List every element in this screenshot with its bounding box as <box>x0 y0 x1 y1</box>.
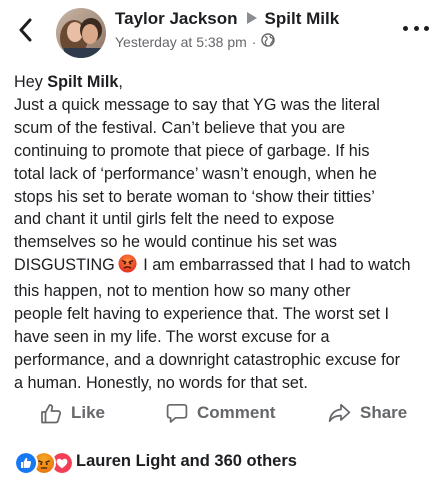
back-button[interactable] <box>12 14 38 46</box>
post-line: total lack of ‘performance’ wasn’t enoug… <box>14 164 377 183</box>
angry-face-emoji <box>118 254 137 280</box>
comment-icon <box>166 403 188 423</box>
post-action-bar: Like Comment Share <box>0 394 443 432</box>
more-options-button[interactable] <box>403 18 429 38</box>
timestamp[interactable]: Yesterday at 5:38 pm <box>115 34 247 50</box>
post-line: people felt having to experience that. T… <box>14 305 389 324</box>
post-line: scum of the festival. Can’t believe that… <box>14 118 346 137</box>
share-button[interactable]: Share <box>328 394 407 432</box>
target-page-name[interactable]: Spilt Milk <box>265 9 340 29</box>
greeting-line: Hey Spilt Milk, <box>14 73 123 91</box>
post-line: themselves so he would continue his set … <box>14 233 338 252</box>
thumbs-up-icon <box>41 403 62 423</box>
separator-dot: · <box>251 33 257 50</box>
post-line: performance, and a downright catastrophi… <box>14 350 401 369</box>
post-line-emoji: DISGUSTING I am embarrassed that I had t… <box>14 254 437 280</box>
like-label: Like <box>71 403 106 422</box>
post-line: a human. Honestly, no words for that set… <box>14 373 308 392</box>
like-button[interactable]: Like <box>40 394 105 432</box>
post-line: this happen, not to mention how so many … <box>14 282 351 301</box>
comment-button[interactable]: Comment <box>166 394 275 432</box>
reactions-summary[interactable]: Lauren Light and 360 others <box>14 446 297 476</box>
mentioned-page[interactable]: Spilt Milk <box>47 73 118 91</box>
post-header: Taylor Jackson Spilt Milk Yesterday at 5… <box>0 0 443 62</box>
post-message: Hey Spilt Milk, Just a quick message to … <box>14 71 437 395</box>
comment-label: Comment <box>197 403 276 422</box>
like-reaction-icon <box>14 451 38 475</box>
share-label: Share <box>360 403 408 422</box>
post-line: Just a quick message to say that YG was … <box>14 95 380 114</box>
more-horizontal-icon <box>403 25 408 31</box>
share-icon <box>328 403 351 423</box>
post-line: stops his set to berate woman to ‘show t… <box>14 187 375 206</box>
post-line: have seen in my life. The worst excuse f… <box>14 327 330 346</box>
globe-icon <box>261 33 276 50</box>
post-line: continuing to promote that piece of garb… <box>14 141 370 160</box>
chevron-left-icon <box>19 18 32 42</box>
post-line: and chant it until girls felt the need t… <box>14 210 335 229</box>
author-name[interactable]: Taylor Jackson <box>115 9 238 29</box>
avatar[interactable] <box>56 8 106 58</box>
reactions-count-text[interactable]: Lauren Light and 360 others <box>76 452 297 471</box>
caret-right-icon <box>246 9 257 29</box>
